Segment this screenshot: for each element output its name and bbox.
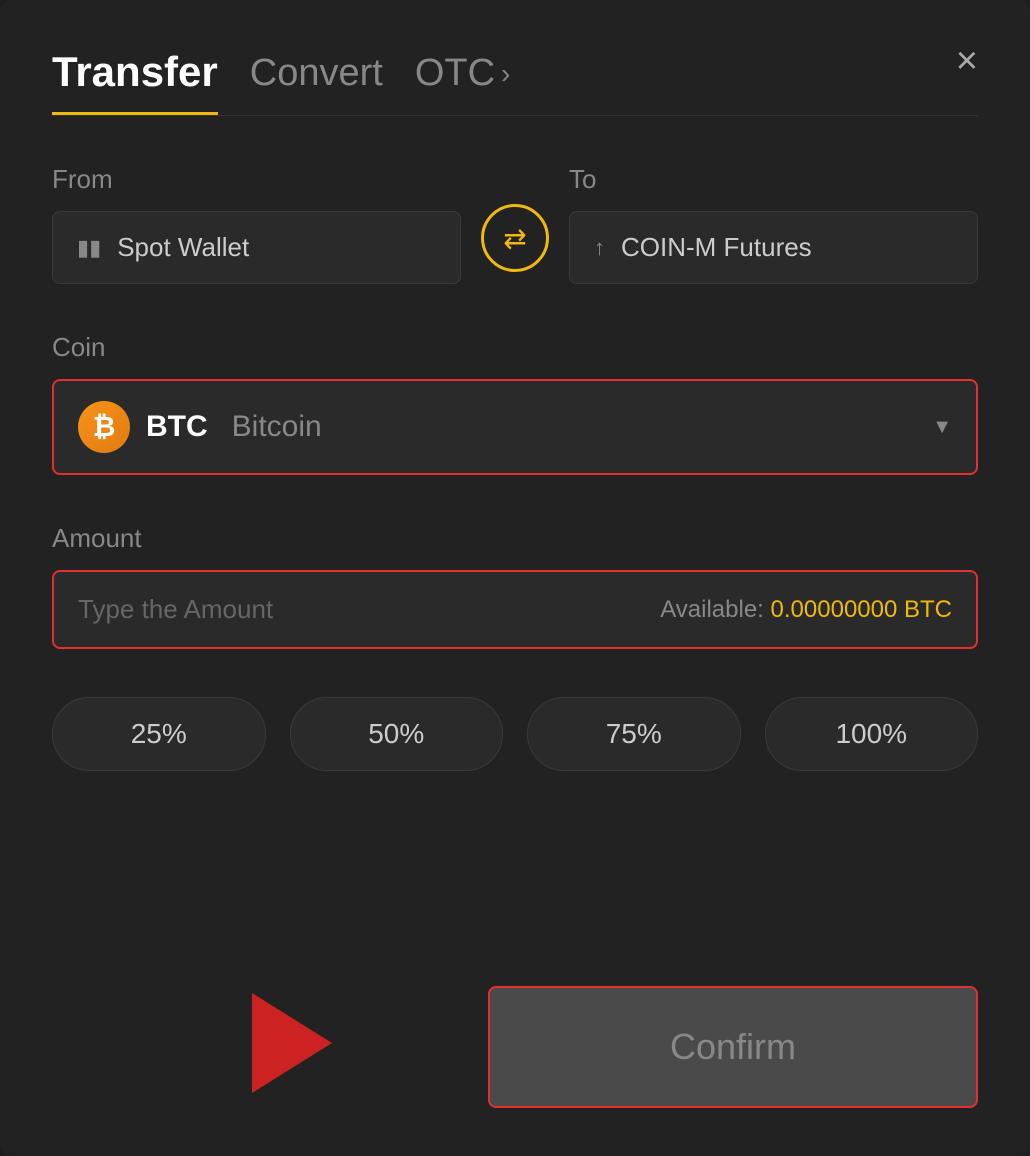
to-label: To	[569, 164, 978, 195]
coin-select[interactable]: ₿ BTC Bitcoin ▼	[52, 379, 978, 475]
from-wallet-name: Spot Wallet	[117, 232, 249, 263]
pct-50-button[interactable]: 50%	[290, 697, 504, 771]
tab-divider	[52, 115, 978, 116]
to-group: To ↑ COIN-M Futures	[569, 164, 978, 284]
coin-chevron-icon: ▼	[932, 416, 952, 439]
from-wallet-select[interactable]: ▮▮ Spot Wallet	[52, 211, 461, 284]
to-wallet-name: COIN-M Futures	[621, 232, 812, 263]
pct-75-button[interactable]: 75%	[527, 697, 741, 771]
transfer-modal: Transfer Convert OTC › × From ▮▮ Spot Wa…	[0, 0, 1030, 1156]
pct-100-button[interactable]: 100%	[765, 697, 979, 771]
tab-bar: Transfer Convert OTC › ×	[52, 48, 978, 115]
arrow-indicator	[252, 993, 332, 1098]
amount-input-box[interactable]: Type the Amount Available: 0.00000000 BT…	[52, 570, 978, 649]
tab-transfer[interactable]: Transfer	[52, 48, 218, 115]
otc-chevron-icon: ›	[501, 58, 510, 90]
tab-otc[interactable]: OTC ›	[415, 52, 511, 111]
available-amount: 0.00000000 BTC	[771, 596, 952, 623]
swap-button[interactable]: ⇄	[481, 204, 549, 272]
to-wallet-select[interactable]: ↑ COIN-M Futures	[569, 211, 978, 284]
from-to-section: From ▮▮ Spot Wallet ⇄ To ↑ COIN-M Future…	[52, 164, 978, 284]
coin-symbol: BTC	[146, 410, 208, 444]
from-group: From ▮▮ Spot Wallet	[52, 164, 461, 284]
arrow-icon	[252, 993, 332, 1093]
bottom-section: Confirm	[52, 986, 978, 1108]
available-text: Available: 0.00000000 BTC	[660, 596, 952, 624]
confirm-button[interactable]: Confirm	[488, 986, 978, 1108]
swap-btn-wrapper: ⇄	[461, 204, 569, 284]
futures-icon: ↑	[594, 235, 605, 261]
amount-section: Amount Type the Amount Available: 0.0000…	[52, 523, 978, 649]
coin-label: Coin	[52, 332, 978, 363]
pct-25-button[interactable]: 25%	[52, 697, 266, 771]
percentage-buttons: 25% 50% 75% 100%	[52, 697, 978, 771]
coin-full-name: Bitcoin	[232, 410, 322, 444]
from-label: From	[52, 164, 461, 195]
amount-placeholder: Type the Amount	[78, 594, 273, 625]
amount-label: Amount	[52, 523, 978, 554]
wallet-card-icon: ▮▮	[77, 235, 101, 261]
coin-section: Coin ₿ BTC Bitcoin ▼	[52, 332, 978, 475]
close-button[interactable]: ×	[956, 40, 978, 83]
btc-icon: ₿	[78, 401, 130, 453]
tab-convert[interactable]: Convert	[250, 52, 383, 111]
